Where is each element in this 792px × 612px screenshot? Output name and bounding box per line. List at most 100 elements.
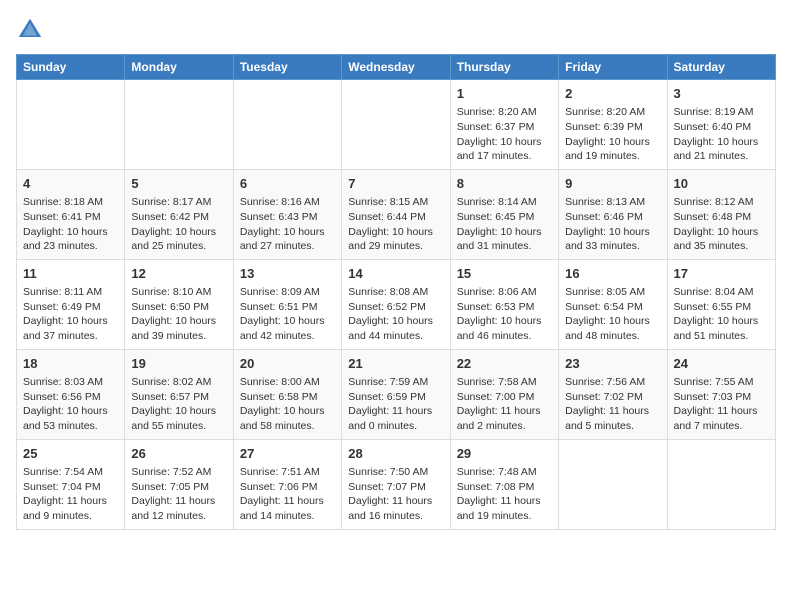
day-number: 7 xyxy=(348,175,443,193)
calendar-body: 1 Sunrise: 8:20 AMSunset: 6:37 PMDaylight… xyxy=(17,80,776,530)
day-info: Sunrise: 8:20 AMSunset: 6:39 PMDaylight:… xyxy=(565,105,660,164)
day-cell: 21 Sunrise: 7:59 AMSunset: 6:59 PMDayligh… xyxy=(342,349,450,439)
day-info: Sunrise: 7:50 AMSunset: 7:07 PMDaylight:… xyxy=(348,465,443,524)
day-number: 25 xyxy=(23,445,118,463)
day-info: Sunrise: 8:08 AMSunset: 6:52 PMDaylight:… xyxy=(348,285,443,344)
week-row-4: 18 Sunrise: 8:03 AMSunset: 6:56 PMDayligh… xyxy=(17,349,776,439)
day-number: 19 xyxy=(131,355,226,373)
logo xyxy=(16,16,48,44)
logo-icon xyxy=(16,16,44,44)
day-cell: 17 Sunrise: 8:04 AMSunset: 6:55 PMDayligh… xyxy=(667,259,775,349)
day-number: 15 xyxy=(457,265,552,283)
day-cell: 25 Sunrise: 7:54 AMSunset: 7:04 PMDayligh… xyxy=(17,439,125,529)
day-info: Sunrise: 8:02 AMSunset: 6:57 PMDaylight:… xyxy=(131,375,226,434)
day-number: 12 xyxy=(131,265,226,283)
day-number: 29 xyxy=(457,445,552,463)
day-info: Sunrise: 7:48 AMSunset: 7:08 PMDaylight:… xyxy=(457,465,552,524)
day-cell: 2 Sunrise: 8:20 AMSunset: 6:39 PMDaylight… xyxy=(559,80,667,170)
day-info: Sunrise: 8:13 AMSunset: 6:46 PMDaylight:… xyxy=(565,195,660,254)
day-cell: 7 Sunrise: 8:15 AMSunset: 6:44 PMDaylight… xyxy=(342,169,450,259)
header-cell-tuesday: Tuesday xyxy=(233,55,341,80)
day-cell xyxy=(233,80,341,170)
day-number: 20 xyxy=(240,355,335,373)
day-number: 14 xyxy=(348,265,443,283)
day-number: 11 xyxy=(23,265,118,283)
day-info: Sunrise: 8:11 AMSunset: 6:49 PMDaylight:… xyxy=(23,285,118,344)
day-cell: 23 Sunrise: 7:56 AMSunset: 7:02 PMDayligh… xyxy=(559,349,667,439)
header-row: SundayMondayTuesdayWednesdayThursdayFrid… xyxy=(17,55,776,80)
day-number: 23 xyxy=(565,355,660,373)
day-number: 13 xyxy=(240,265,335,283)
day-info: Sunrise: 8:12 AMSunset: 6:48 PMDaylight:… xyxy=(674,195,769,254)
day-cell: 24Sunrise: 7:55 AMSunset: 7:03 PMDayligh… xyxy=(667,349,775,439)
header-cell-monday: Monday xyxy=(125,55,233,80)
day-info: Sunrise: 8:19 AMSunset: 6:40 PMDaylight:… xyxy=(674,105,769,164)
day-info: Sunrise: 7:51 AMSunset: 7:06 PMDaylight:… xyxy=(240,465,335,524)
header-cell-sunday: Sunday xyxy=(17,55,125,80)
day-cell: 11 Sunrise: 8:11 AMSunset: 6:49 PMDayligh… xyxy=(17,259,125,349)
header xyxy=(16,16,776,44)
day-cell: 14 Sunrise: 8:08 AMSunset: 6:52 PMDayligh… xyxy=(342,259,450,349)
day-number: 21 xyxy=(348,355,443,373)
day-info: Sunrise: 7:59 AMSunset: 6:59 PMDaylight:… xyxy=(348,375,443,434)
day-cell: 9 Sunrise: 8:13 AMSunset: 6:46 PMDaylight… xyxy=(559,169,667,259)
day-cell: 12Sunrise: 8:10 AMSunset: 6:50 PMDayligh… xyxy=(125,259,233,349)
day-info: Sunrise: 8:05 AMSunset: 6:54 PMDaylight:… xyxy=(565,285,660,344)
day-info: Sunrise: 7:58 AMSunset: 7:00 PMDaylight:… xyxy=(457,375,552,434)
day-cell: 15Sunrise: 8:06 AMSunset: 6:53 PMDayligh… xyxy=(450,259,558,349)
header-cell-saturday: Saturday xyxy=(667,55,775,80)
week-row-3: 11 Sunrise: 8:11 AMSunset: 6:49 PMDayligh… xyxy=(17,259,776,349)
day-cell: 13 Sunrise: 8:09 AMSunset: 6:51 PMDayligh… xyxy=(233,259,341,349)
day-info: Sunrise: 7:56 AMSunset: 7:02 PMDaylight:… xyxy=(565,375,660,434)
day-cell: 16 Sunrise: 8:05 AMSunset: 6:54 PMDayligh… xyxy=(559,259,667,349)
day-info: Sunrise: 7:54 AMSunset: 7:04 PMDaylight:… xyxy=(23,465,118,524)
day-number: 2 xyxy=(565,85,660,103)
day-number: 24 xyxy=(674,355,769,373)
day-cell xyxy=(125,80,233,170)
header-cell-wednesday: Wednesday xyxy=(342,55,450,80)
day-cell: 1 Sunrise: 8:20 AMSunset: 6:37 PMDaylight… xyxy=(450,80,558,170)
header-cell-friday: Friday xyxy=(559,55,667,80)
day-number: 18 xyxy=(23,355,118,373)
week-row-1: 1 Sunrise: 8:20 AMSunset: 6:37 PMDaylight… xyxy=(17,80,776,170)
day-info: Sunrise: 8:14 AMSunset: 6:45 PMDaylight:… xyxy=(457,195,552,254)
day-info: Sunrise: 8:16 AMSunset: 6:43 PMDaylight:… xyxy=(240,195,335,254)
day-cell: 19 Sunrise: 8:02 AMSunset: 6:57 PMDayligh… xyxy=(125,349,233,439)
day-number: 22 xyxy=(457,355,552,373)
week-row-5: 25 Sunrise: 7:54 AMSunset: 7:04 PMDayligh… xyxy=(17,439,776,529)
day-cell: 8Sunrise: 8:14 AMSunset: 6:45 PMDaylight… xyxy=(450,169,558,259)
week-row-2: 4Sunrise: 8:18 AMSunset: 6:41 PMDaylight… xyxy=(17,169,776,259)
day-number: 27 xyxy=(240,445,335,463)
day-info: Sunrise: 8:15 AMSunset: 6:44 PMDaylight:… xyxy=(348,195,443,254)
day-cell: 26Sunrise: 7:52 AMSunset: 7:05 PMDayligh… xyxy=(125,439,233,529)
day-cell xyxy=(342,80,450,170)
day-cell xyxy=(17,80,125,170)
day-cell: 10Sunrise: 8:12 AMSunset: 6:48 PMDayligh… xyxy=(667,169,775,259)
day-number: 5 xyxy=(131,175,226,193)
day-info: Sunrise: 8:03 AMSunset: 6:56 PMDaylight:… xyxy=(23,375,118,434)
day-cell: 27 Sunrise: 7:51 AMSunset: 7:06 PMDayligh… xyxy=(233,439,341,529)
day-info: Sunrise: 8:18 AMSunset: 6:41 PMDaylight:… xyxy=(23,195,118,254)
day-info: Sunrise: 8:04 AMSunset: 6:55 PMDaylight:… xyxy=(674,285,769,344)
day-number: 3 xyxy=(674,85,769,103)
day-cell: 4Sunrise: 8:18 AMSunset: 6:41 PMDaylight… xyxy=(17,169,125,259)
day-info: Sunrise: 8:09 AMSunset: 6:51 PMDaylight:… xyxy=(240,285,335,344)
day-cell: 6 Sunrise: 8:16 AMSunset: 6:43 PMDaylight… xyxy=(233,169,341,259)
day-number: 28 xyxy=(348,445,443,463)
day-number: 6 xyxy=(240,175,335,193)
day-cell: 29 Sunrise: 7:48 AMSunset: 7:08 PMDayligh… xyxy=(450,439,558,529)
header-cell-thursday: Thursday xyxy=(450,55,558,80)
day-number: 16 xyxy=(565,265,660,283)
day-cell xyxy=(559,439,667,529)
day-cell: 3 Sunrise: 8:19 AMSunset: 6:40 PMDaylight… xyxy=(667,80,775,170)
day-cell: 5Sunrise: 8:17 AMSunset: 6:42 PMDaylight… xyxy=(125,169,233,259)
calendar-table: SundayMondayTuesdayWednesdayThursdayFrid… xyxy=(16,54,776,530)
day-info: Sunrise: 8:00 AMSunset: 6:58 PMDaylight:… xyxy=(240,375,335,434)
day-info: Sunrise: 8:20 AMSunset: 6:37 PMDaylight:… xyxy=(457,105,552,164)
day-number: 9 xyxy=(565,175,660,193)
calendar-header: SundayMondayTuesdayWednesdayThursdayFrid… xyxy=(17,55,776,80)
day-cell xyxy=(667,439,775,529)
day-number: 17 xyxy=(674,265,769,283)
day-number: 26 xyxy=(131,445,226,463)
day-number: 1 xyxy=(457,85,552,103)
